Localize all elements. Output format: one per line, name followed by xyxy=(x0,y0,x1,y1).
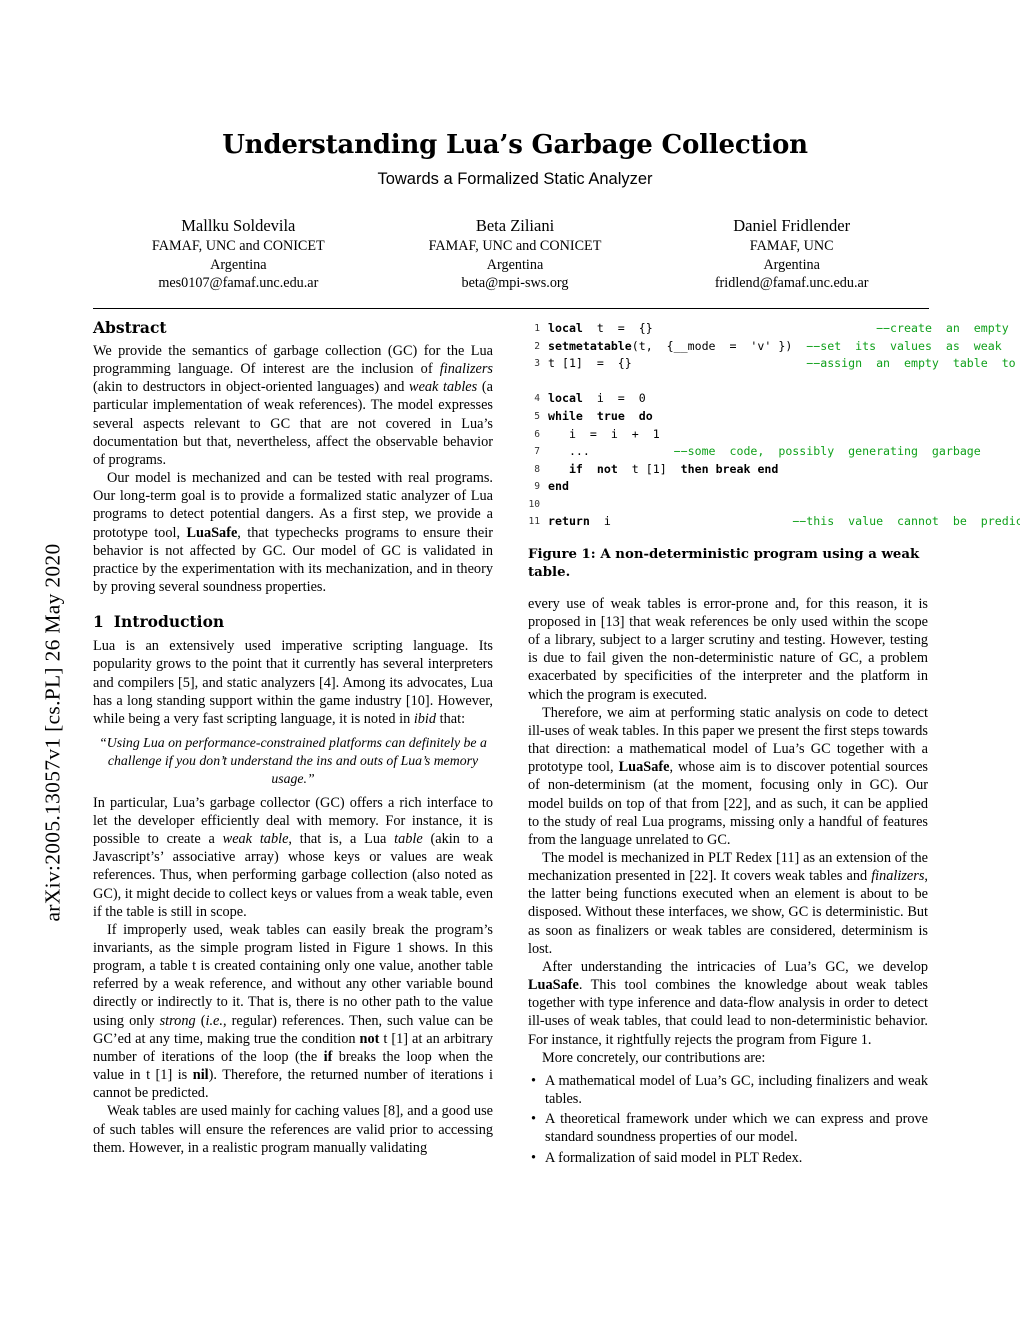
code-line: 1 local t = {} −−create an empty table xyxy=(528,320,1008,338)
abstract-paragraph-1: We provide the semantics of garbage coll… xyxy=(93,343,493,468)
section-number: 1 xyxy=(93,612,104,632)
author-block: Beta Ziliani FAMAF, UNC and CONICET Arge… xyxy=(377,215,654,293)
author-email[interactable]: beta@mpi-sws.org xyxy=(377,274,654,293)
code-line-number: 5 xyxy=(534,411,540,423)
abstract-heading: Abstract xyxy=(93,318,167,337)
right-paragraph-3: The model is mechanized in PLT Redex [11… xyxy=(528,850,928,957)
author-affiliation: FAMAF, UNC and CONICET xyxy=(428,237,602,254)
code-line-number: 1 xyxy=(534,323,540,334)
code-line: 7 ... −−some code, possibly generating g… xyxy=(528,443,981,461)
code-line-number: 11 xyxy=(528,515,540,527)
abstract-paragraph-2: Our model is mechanized and can be teste… xyxy=(93,470,493,596)
code-line-number: 4 xyxy=(534,393,540,405)
author-affiliation: FAMAF, UNC xyxy=(749,237,834,254)
body-columns: Abstract We provide the semantics of gar… xyxy=(93,318,1020,1169)
intro-quote: “Using Lua on performance-constrained pl… xyxy=(99,734,487,786)
author-block: Mallku Soldevila FAMAF, UNC and CONICET … xyxy=(100,215,377,293)
page-title: Understanding Lua’s Garbage Collection xyxy=(222,130,808,160)
code-line-text: ... −−some code, possibly generating gar… xyxy=(548,444,981,459)
paper-page: arXiv:2005.13057v1 [cs.PL] 26 May 2020 U… xyxy=(0,0,1020,1320)
code-line-number: 9 xyxy=(534,481,540,493)
code-line: 2 setmetatable(t, {__mode = 'v' }) −−set … xyxy=(528,338,1002,356)
code-line: 6 i = i + 1 xyxy=(528,426,928,444)
code-line-text: if not t [1] then break end xyxy=(568,461,779,476)
intro-paragraph-1: Lua is an extensively used imperative sc… xyxy=(93,638,493,727)
arxiv-stamp: arXiv:2005.13057v1 [cs.PL] 26 May 2020 xyxy=(40,543,65,922)
figure-caption: Figure 1: A non-deterministic program us… xyxy=(528,547,920,580)
code-line-number: 7 xyxy=(534,446,540,458)
page-subtitle: Towards a Formalized Static Analyzer xyxy=(377,170,653,188)
code-line-text: i = i + 1 xyxy=(548,426,660,441)
intro-paragraph-4: Weak tables are used mainly for caching … xyxy=(93,1103,493,1156)
code-line: 8 if not t [1] then break end xyxy=(528,461,928,479)
code-line-text: t [1] = {} −−assign an empty table to ke… xyxy=(548,356,1016,371)
code-line-text: end xyxy=(548,479,569,494)
author-affiliation: FAMAF, UNC and CONICET xyxy=(151,237,325,254)
title-block: Understanding Lua’s Garbage Collection T… xyxy=(100,130,930,189)
code-line-number: 10 xyxy=(528,499,540,511)
right-paragraph-4: After understanding the intricacies of L… xyxy=(528,958,928,1048)
list-item: A theoretical framework under which we c… xyxy=(531,1110,928,1146)
intro-paragraph-2: In particular, Lua’s garbage collector (… xyxy=(93,794,493,920)
code-line-number: 8 xyxy=(534,463,540,475)
right-column: 1 local t = {} −−create an empty table 2 se… xyxy=(528,318,1020,1169)
left-column: Abstract We provide the semantics of gar… xyxy=(93,318,493,1169)
list-item: A formalization of said model in PLT Red… xyxy=(531,1149,928,1167)
code-line-text: return i −−this value cannot be predicte… xyxy=(548,513,1020,528)
code-line: 10 xyxy=(528,496,928,513)
section-title: Introduction xyxy=(113,612,225,632)
code-line: 4 local i = 0 xyxy=(528,390,928,408)
author-list: Mallku Soldevila FAMAF, UNC and CONICET … xyxy=(100,215,930,293)
author-block: Daniel Fridlender FAMAF, UNC Argentina f… xyxy=(653,215,930,293)
right-paragraph-2: Therefore, we aim at performing static a… xyxy=(528,704,928,848)
code-line-number: 2 xyxy=(534,340,540,352)
header-divider xyxy=(93,308,929,309)
author-country: Argentina xyxy=(486,256,544,273)
right-paragraph-1: every use of weak tables is error-prone … xyxy=(528,595,928,703)
author-name: Mallku Soldevila xyxy=(181,216,296,235)
code-line-text: while true do xyxy=(548,409,653,424)
author-country: Argentina xyxy=(763,256,820,273)
author-email[interactable]: mes0107@famaf.unc.edu.ar xyxy=(100,274,377,293)
author-name: Daniel Fridlender xyxy=(733,216,851,235)
code-line-number: 6 xyxy=(534,428,540,440)
code-line: 11 return i −−this value cannot be predic… xyxy=(528,513,1020,531)
author-name: Beta Ziliani xyxy=(475,216,555,235)
code-line: 3 t [1] = {} −−assign an empty table to k… xyxy=(528,355,1015,373)
code-line-text: local t = {} −−create an empty table xyxy=(548,321,1020,335)
contributions-list: A mathematical model of Lua’s GC, includ… xyxy=(528,1072,928,1167)
author-country: Argentina xyxy=(210,256,267,273)
list-item: A mathematical model of Lua’s GC, includ… xyxy=(531,1072,928,1108)
code-line-number: 3 xyxy=(534,358,540,370)
code-line: 5 while true do xyxy=(528,408,928,426)
right-paragraph-5: More concretely, our contributions are: xyxy=(542,1049,766,1066)
section-heading-introduction: 1 Introduction xyxy=(93,612,493,631)
code-line-text: local i = 0 xyxy=(548,391,646,406)
code-line: 9 end xyxy=(528,478,928,496)
author-email[interactable]: fridlend@famaf.unc.edu.ar xyxy=(653,274,930,293)
code-line-text: setmetatable(t, {__mode = 'v' }) −−set i… xyxy=(548,338,1002,353)
intro-paragraph-3: If improperly used, weak tables can easi… xyxy=(93,921,493,1102)
figure-code-listing: 1 local t = {} −−create an empty table 2 se… xyxy=(528,320,1020,531)
